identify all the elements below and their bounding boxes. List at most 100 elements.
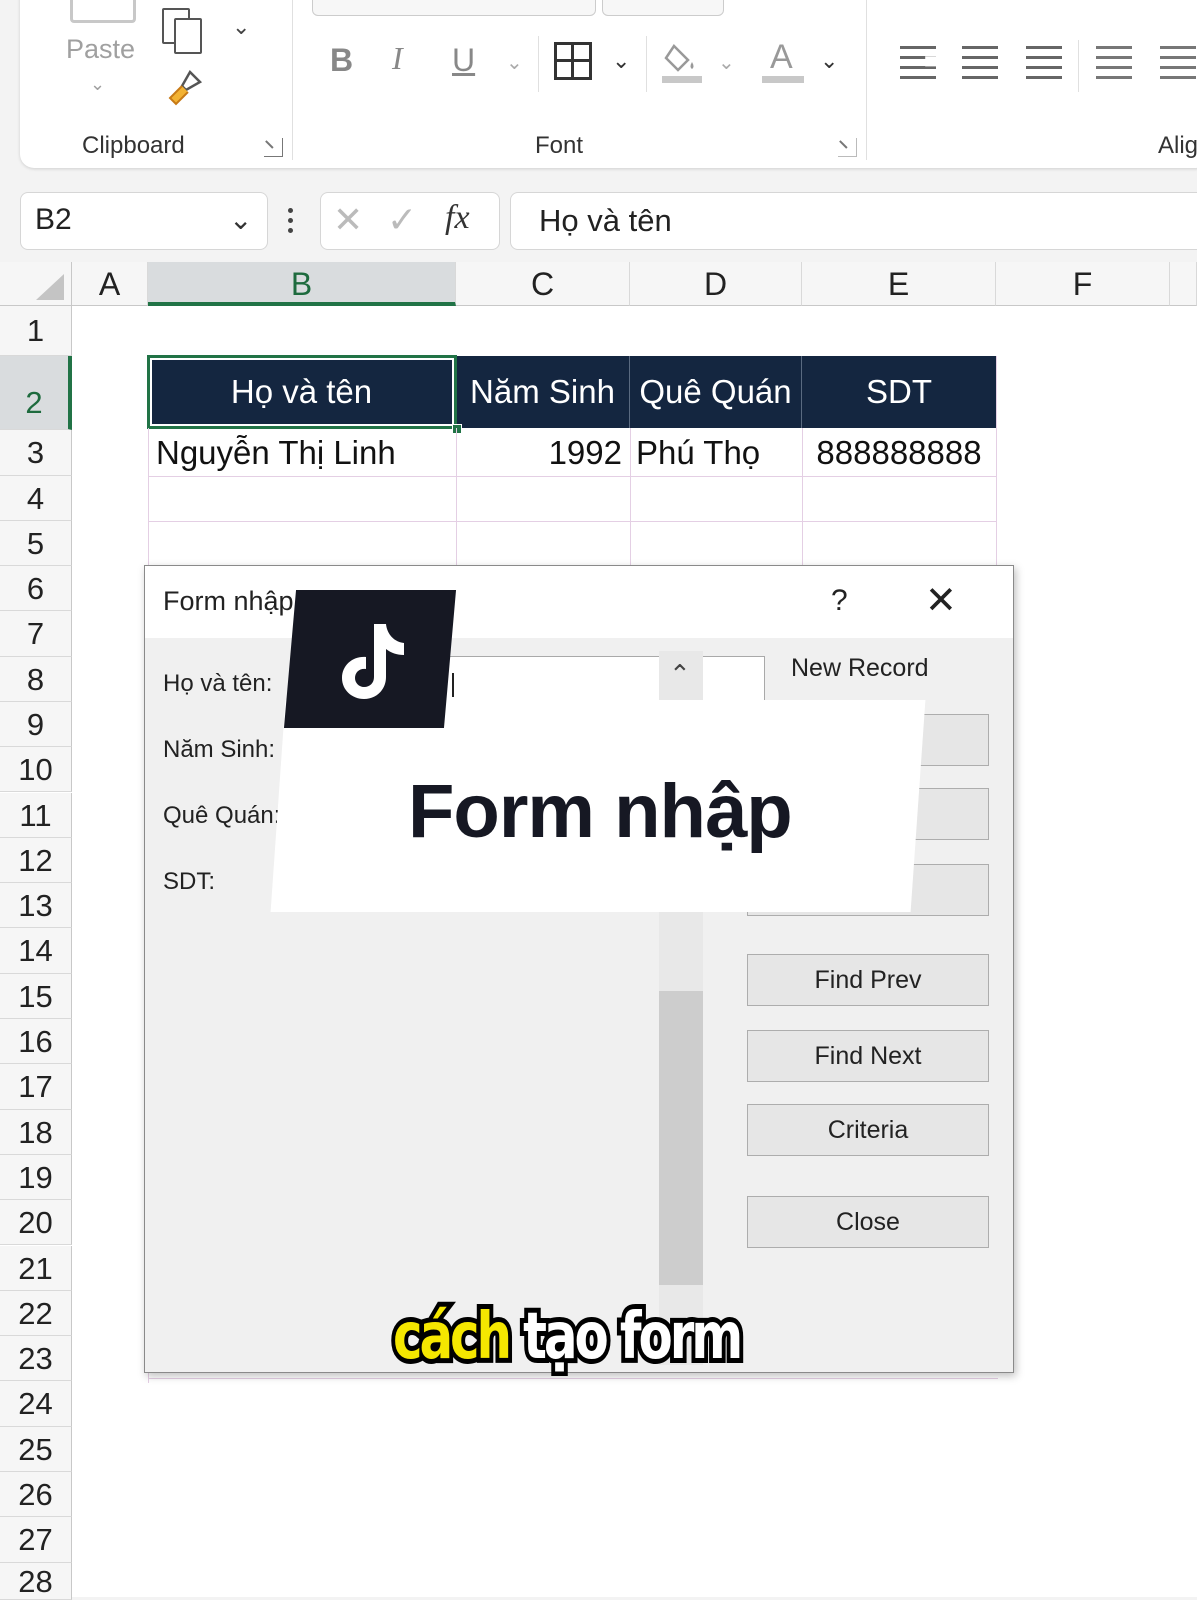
row-header-20[interactable]: 20 (0, 1200, 72, 1246)
bold-button[interactable]: B (330, 42, 353, 79)
font-name-box[interactable] (312, 0, 596, 16)
font-divider (646, 36, 647, 92)
name-box-value: B2 (35, 203, 72, 236)
align-center-icon[interactable] (962, 46, 998, 80)
paste-button[interactable]: Paste ⌄ (56, 0, 146, 100)
header-cell-sdt[interactable]: SDT (802, 356, 996, 428)
underline-button[interactable]: U (452, 42, 475, 79)
row-header-22[interactable]: 22 (0, 1290, 72, 1337)
table-gridline (148, 1378, 998, 1379)
decrease-indent-icon[interactable] (1096, 46, 1132, 80)
dialog-titlebar: Form nhập ? ✕ (145, 566, 1013, 638)
column-header-b[interactable]: B (148, 262, 456, 306)
font-size-box[interactable] (602, 0, 724, 16)
row-header-18[interactable]: 18 (0, 1109, 72, 1155)
data-form-dialog: Form nhập ? ✕ Họ và tên: Năm Sinh: Quê Q… (144, 565, 1014, 1373)
row-header-3[interactable]: 3 (0, 430, 72, 476)
find-next-label: Find Next (814, 1042, 922, 1070)
font-dialog-launcher-icon[interactable] (838, 138, 857, 157)
table-gridline (148, 521, 996, 522)
cancel-icon[interactable]: ✕ (333, 199, 363, 241)
row-header-6[interactable]: 6 (0, 566, 72, 612)
row-header-8[interactable]: 8 (0, 656, 72, 702)
row-header-2[interactable]: 2 (0, 356, 72, 430)
select-all-corner[interactable] (0, 262, 72, 306)
insert-function-icon[interactable]: fx (445, 199, 470, 237)
column-header-e[interactable]: E (802, 262, 996, 306)
row-header-9[interactable]: 9 (0, 701, 72, 748)
row-header-16[interactable]: 16 (0, 1019, 72, 1065)
close-icon[interactable]: ✕ (925, 578, 957, 623)
row-header-24[interactable]: 24 (0, 1381, 72, 1427)
criteria-label: Criteria (827, 1116, 909, 1144)
row-header-5[interactable]: 5 (0, 521, 72, 566)
field-label-sdt: SDT: (163, 868, 216, 895)
cell-d3[interactable]: Phú Thọ (636, 430, 802, 476)
row-header-11[interactable]: 11 (0, 792, 72, 838)
clipboard-dialog-launcher-icon[interactable] (264, 138, 283, 157)
row-header-17[interactable]: 17 (0, 1064, 72, 1110)
help-icon[interactable]: ? (831, 584, 848, 618)
paste-label: Paste (66, 34, 136, 64)
italic-button[interactable]: I (392, 40, 403, 77)
row-header-12[interactable]: 12 (0, 837, 72, 884)
chevron-down-icon[interactable]: ⌄ (718, 50, 735, 75)
table-gridline (996, 356, 997, 568)
group-divider (866, 0, 867, 160)
row-header-4[interactable]: 4 (0, 476, 72, 521)
enter-icon[interactable]: ✓ (387, 199, 417, 241)
clipboard-group-label: Clipboard (82, 132, 185, 159)
cell-b3[interactable]: Nguyễn Thị Linh (156, 430, 452, 476)
row-header-14[interactable]: 14 (0, 928, 72, 974)
criteria-button[interactable]: Criteria (747, 1104, 989, 1156)
increase-indent-icon[interactable] (1160, 46, 1196, 80)
chevron-down-icon: ⌄ (90, 74, 106, 94)
formula-bar-more-icon[interactable] (288, 206, 294, 236)
fill-color-icon[interactable] (662, 40, 702, 84)
chevron-down-icon[interactable]: ⌄ (820, 48, 838, 74)
row-header-27[interactable]: 27 (0, 1517, 72, 1563)
row-header-26[interactable]: 26 (0, 1472, 72, 1518)
row-header-15[interactable]: 15 (0, 973, 72, 1019)
text-cursor (452, 673, 454, 697)
header-cell-nam-sinh[interactable]: Năm Sinh (456, 356, 630, 428)
tiktok-logo-icon (330, 618, 410, 704)
format-painter-icon[interactable] (164, 68, 204, 108)
chevron-down-icon[interactable]: ⌄ (232, 14, 250, 40)
column-header-f[interactable]: F (996, 262, 1170, 306)
formula-input[interactable]: Họ và tên (510, 192, 1197, 250)
row-header-19[interactable]: 19 (0, 1154, 72, 1201)
ho-va-ten-input[interactable] (445, 656, 765, 702)
font-color-icon[interactable]: A (762, 38, 804, 84)
column-header-d[interactable]: D (630, 262, 802, 306)
row-header-28[interactable]: 28 (0, 1562, 72, 1600)
chevron-down-icon[interactable]: ⌄ (229, 203, 252, 236)
copy-icon[interactable] (162, 8, 202, 54)
row-header-25[interactable]: 25 (0, 1426, 72, 1472)
chevron-down-icon[interactable]: ⌄ (506, 50, 523, 75)
row-header-10[interactable]: 10 (0, 747, 72, 793)
find-prev-button[interactable]: Find Prev (747, 954, 989, 1006)
borders-icon[interactable] (554, 42, 592, 80)
row-header-7[interactable]: 7 (0, 611, 72, 657)
row-header-13[interactable]: 13 (0, 883, 72, 929)
cell-c3[interactable]: 1992 (456, 430, 622, 476)
close-button[interactable]: Close (747, 1196, 989, 1248)
record-status: New Record (791, 654, 929, 682)
scrollbar-thumb[interactable] (659, 991, 703, 1285)
row-header-21[interactable]: 21 (0, 1245, 72, 1291)
caption-yellow: cách (389, 1295, 516, 1379)
header-cell-que-quan[interactable]: Quê Quán (630, 356, 802, 428)
column-header-g[interactable] (1170, 262, 1197, 306)
name-box[interactable]: B2 ⌄ (20, 192, 268, 250)
cell-e3[interactable]: 888888888 (802, 430, 996, 476)
close-label: Close (836, 1208, 900, 1236)
find-next-button[interactable]: Find Next (747, 1030, 989, 1082)
column-header-c[interactable]: C (456, 262, 630, 306)
row-header-1[interactable]: 1 (0, 306, 72, 356)
column-header-a[interactable]: A (72, 262, 148, 306)
chevron-up-icon[interactable]: ⌃ (669, 659, 691, 690)
row-header-23[interactable]: 23 (0, 1336, 72, 1382)
chevron-down-icon[interactable]: ⌄ (612, 48, 630, 74)
align-right-icon[interactable] (1026, 46, 1062, 80)
